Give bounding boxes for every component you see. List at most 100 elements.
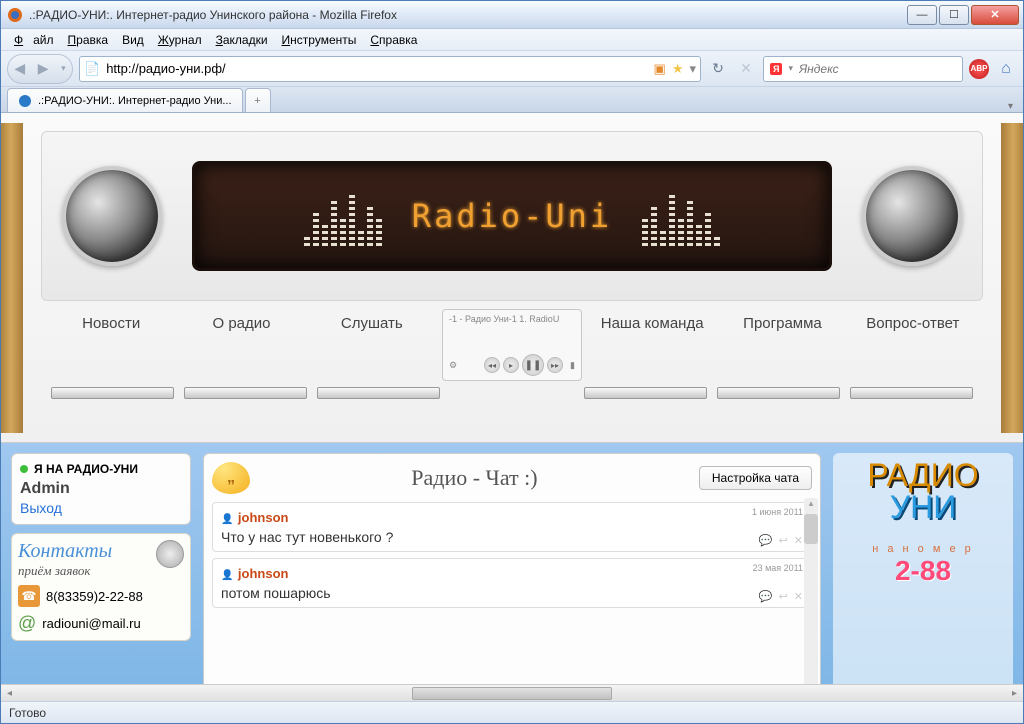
logout-link[interactable]: Выход bbox=[20, 500, 182, 516]
new-tab-button[interactable]: + bbox=[245, 88, 271, 112]
hscroll-thumb[interactable] bbox=[412, 687, 612, 700]
search-engine-drop-icon[interactable]: ▾ bbox=[788, 63, 793, 74]
player-pause-button[interactable]: ❚❚ bbox=[522, 354, 544, 376]
message-author[interactable]: johnson bbox=[238, 566, 289, 581]
chat-message: 👤 johnson 23 мая 2011 потом пошарюсь 💬↩✕ bbox=[212, 558, 812, 608]
equalizer-left-icon bbox=[304, 186, 382, 246]
message-body: потом пошарюсь bbox=[221, 585, 803, 601]
user-small-icon: 👤 bbox=[221, 514, 233, 525]
contact-phone: 8(83359)2-22-88 bbox=[46, 589, 143, 604]
search-bar[interactable]: Я ▾ bbox=[763, 56, 963, 82]
menu-tools[interactable]: Инструменты bbox=[277, 31, 362, 49]
history-drop-icon[interactable]: ▾ bbox=[61, 63, 66, 74]
player-volume-icon[interactable]: ▮ bbox=[570, 360, 575, 371]
banner-subtext: н а н о м е р bbox=[839, 543, 1007, 555]
status-bar: Готово bbox=[1, 701, 1023, 723]
nav-bar-program[interactable] bbox=[717, 387, 840, 399]
message-author[interactable]: johnson bbox=[238, 510, 289, 525]
window-title: .:РАДИО-УНИ:. Интернет-радио Унинского р… bbox=[29, 8, 905, 22]
bookmark-star-icon[interactable]: ★ bbox=[672, 61, 684, 77]
site-identity-icon[interactable]: 📄 bbox=[84, 61, 100, 77]
nav-listen[interactable]: Слушать bbox=[312, 315, 432, 332]
site-nav: Новости О радио Слушать -1 - Радио Уни-1… bbox=[1, 301, 1023, 381]
scroll-up-icon[interactable]: ▴ bbox=[804, 498, 818, 512]
reload-button[interactable]: ↻ bbox=[707, 58, 729, 80]
adblock-icon[interactable]: ABP bbox=[969, 59, 989, 79]
speaker-left-icon bbox=[62, 166, 162, 266]
audio-player-widget[interactable]: -1 - Радио Уни-1 1. RadioU ⚙ ◂◂ ▸ ❚❚ ▸▸ … bbox=[442, 315, 582, 381]
url-input[interactable] bbox=[106, 61, 647, 76]
banner-number: 2-88 bbox=[839, 555, 1007, 587]
stop-button[interactable]: ✕ bbox=[735, 58, 757, 80]
quote-icon[interactable]: ↩ bbox=[779, 534, 788, 547]
status-text: Готово bbox=[9, 706, 46, 720]
tab-list-drop-icon[interactable]: ▾ bbox=[1008, 101, 1017, 112]
reply-icon[interactable]: 💬 bbox=[759, 534, 773, 547]
current-user-name: Admin bbox=[20, 480, 182, 498]
horizontal-scrollbar[interactable]: ◂ ▸ bbox=[1, 684, 1023, 701]
nav-back-forward[interactable]: ◀ ▶ ▾ bbox=[7, 54, 73, 84]
radio-display-area: Radio-Uni bbox=[41, 131, 983, 301]
status-label: Я НА РАДИО-УНИ bbox=[34, 462, 138, 476]
user-status-card: Я НА РАДИО-УНИ Admin Выход bbox=[11, 453, 191, 525]
left-sidebar: Я НА РАДИО-УНИ Admin Выход Контакты приё… bbox=[11, 453, 191, 684]
nav-faq[interactable]: Вопрос-ответ bbox=[853, 315, 973, 332]
nav-about[interactable]: О радио bbox=[181, 315, 301, 332]
home-button[interactable]: ⌂ bbox=[995, 58, 1017, 80]
url-drop-icon[interactable]: ▾ bbox=[689, 61, 696, 77]
chat-scrollbar[interactable]: ▴ bbox=[804, 498, 818, 684]
forward-icon[interactable]: ▶ bbox=[38, 60, 49, 77]
radio-player-panel: Radio-Uni Новости О радио Слушать bbox=[1, 113, 1023, 443]
menu-view[interactable]: Вид bbox=[117, 31, 149, 49]
window-titlebar: .:РАДИО-УНИ:. Интернет-радио Унинского р… bbox=[1, 1, 1023, 29]
chat-messages: 👤 johnson 1 июня 2011 Что у нас тут нове… bbox=[212, 502, 812, 608]
phone-icon: ☎ bbox=[18, 585, 40, 607]
close-button[interactable]: ✕ bbox=[971, 5, 1019, 25]
menu-edit[interactable]: Правка bbox=[63, 31, 114, 49]
rss-icon[interactable]: ▣ bbox=[654, 61, 666, 77]
chat-settings-button[interactable]: Настройка чата bbox=[699, 466, 812, 490]
quote-icon[interactable]: ↩ bbox=[779, 590, 788, 603]
menu-bookmarks[interactable]: Закладки bbox=[211, 31, 273, 49]
delete-icon[interactable]: ✕ bbox=[794, 534, 803, 547]
radio-display-text: Radio-Uni bbox=[412, 197, 612, 235]
nav-bar-news[interactable] bbox=[51, 387, 174, 399]
delete-icon[interactable]: ✕ bbox=[794, 590, 803, 603]
nav-bar-team[interactable] bbox=[584, 387, 707, 399]
address-bar[interactable]: 📄 ▣ ★ ▾ bbox=[79, 56, 701, 82]
firefox-icon bbox=[7, 7, 23, 23]
nav-bar-faq[interactable] bbox=[850, 387, 973, 399]
menu-file[interactable]: Файл bbox=[9, 31, 59, 49]
contacts-title: Контакты bbox=[18, 540, 112, 563]
player-settings-icon[interactable]: ⚙ bbox=[449, 360, 457, 371]
menu-history[interactable]: Журнал bbox=[153, 31, 207, 49]
scroll-thumb[interactable] bbox=[804, 514, 818, 544]
message-date: 1 июня 2011 bbox=[752, 507, 803, 517]
nav-bars-row bbox=[1, 381, 1023, 399]
nav-news[interactable]: Новости bbox=[51, 315, 171, 332]
wood-trim-left bbox=[1, 123, 23, 433]
reply-icon[interactable]: 💬 bbox=[759, 590, 773, 603]
menu-bar: Файл Правка Вид Журнал Закладки Инструме… bbox=[1, 29, 1023, 51]
right-banner: РАДИО УНИ н а н о м е р 2-88 bbox=[833, 453, 1013, 684]
chat-bubble-icon: „ bbox=[212, 462, 250, 494]
nav-bar-about[interactable] bbox=[184, 387, 307, 399]
scroll-right-icon[interactable]: ▸ bbox=[1006, 688, 1023, 699]
menu-help[interactable]: Справка bbox=[365, 31, 422, 49]
contact-email[interactable]: radiouni@mail.ru bbox=[42, 616, 140, 631]
player-prev-button[interactable]: ◂◂ bbox=[484, 357, 500, 373]
chat-message: 👤 johnson 1 июня 2011 Что у нас тут нове… bbox=[212, 502, 812, 552]
maximize-button[interactable]: ☐ bbox=[939, 5, 969, 25]
nav-bar-listen[interactable] bbox=[317, 387, 440, 399]
player-play-button[interactable]: ▸ bbox=[503, 357, 519, 373]
tab-active[interactable]: .:РАДИО-УНИ:. Интернет-радио Уни... bbox=[7, 88, 243, 112]
search-engine-icon[interactable]: Я bbox=[770, 63, 782, 75]
search-input[interactable] bbox=[799, 62, 956, 76]
scroll-left-icon[interactable]: ◂ bbox=[1, 688, 18, 699]
minimize-button[interactable]: — bbox=[907, 5, 937, 25]
nav-team[interactable]: Наша команда bbox=[592, 315, 712, 332]
nav-program[interactable]: Программа bbox=[722, 315, 842, 332]
wood-trim-right bbox=[1001, 123, 1023, 433]
player-next-button[interactable]: ▸▸ bbox=[547, 357, 563, 373]
back-icon[interactable]: ◀ bbox=[14, 60, 25, 77]
